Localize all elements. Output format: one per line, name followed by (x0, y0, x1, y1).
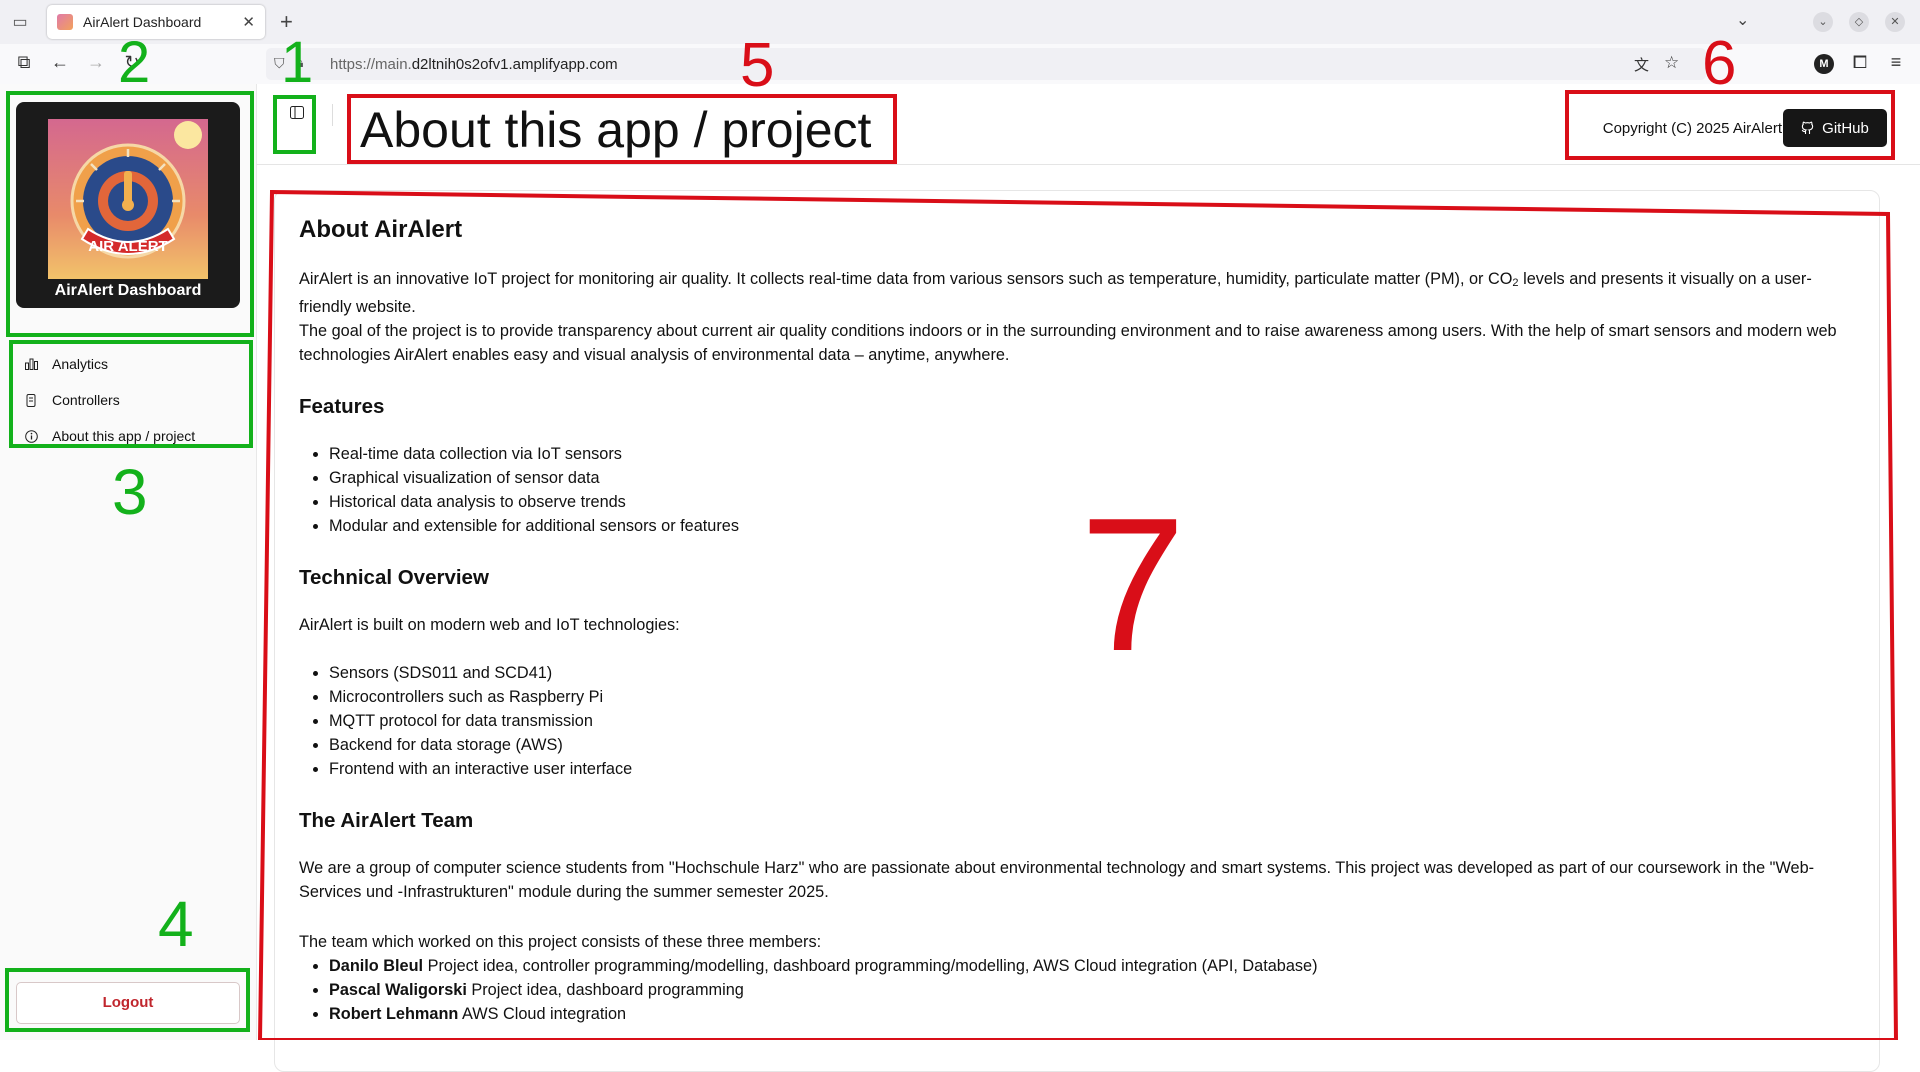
list-item: MQTT protocol for data transmission (329, 709, 1864, 733)
list-item: Frontend with an interactive user interf… (329, 757, 1864, 781)
brand-title: AirAlert Dashboard (54, 282, 202, 299)
team-member: Danilo Bleul Project idea, controller pr… (329, 954, 1864, 978)
sidebar-item-label: Analytics (52, 356, 109, 372)
logout-button[interactable]: Logout (16, 982, 240, 1024)
team-heading: The AirAlert Team (299, 809, 474, 832)
team-intro: We are a group of computer science stude… (299, 859, 1815, 901)
shield-icon[interactable]: ⛉ (274, 55, 285, 72)
account-avatar[interactable]: M (1814, 54, 1834, 74)
github-button[interactable]: GitHub (1783, 109, 1887, 147)
browser-tab[interactable]: AirAlert Dashboard ✕ (47, 5, 265, 39)
airalert-logo: AIR ALERT (48, 119, 208, 279)
list-item: Microcontrollers such as Raspberry Pi (329, 685, 1864, 709)
close-window-icon[interactable]: ✕ (1885, 12, 1905, 32)
team-member: Pascal Waligorski Project idea, dashboar… (329, 978, 1864, 1002)
sidebar-tabs-icon[interactable]: ⧉ (12, 52, 36, 73)
tech-intro: AirAlert is built on modern web and IoT … (299, 616, 680, 634)
tab-title: AirAlert Dashboard (83, 14, 202, 30)
page-header: About this app / project Copyright (C) 2… (256, 84, 1920, 165)
sidebar: AIR ALERT AirAlert Dashboard Analytics C… (0, 84, 257, 1040)
new-tab-icon[interactable]: + (280, 9, 293, 35)
browser-nav-bar: ⧉ ← → ↻ ⛉ 🔒︎ https://main.d2ltnih0s2ofv1… (0, 44, 1920, 84)
back-icon[interactable]: ← (48, 52, 72, 73)
browser-tab-bar: ▭ AirAlert Dashboard ✕ + ⌄ ⌄ ◇ ✕ (0, 0, 1920, 44)
team-list: Danilo Bleul Project idea, controller pr… (299, 954, 1864, 1026)
menu-icon[interactable]: ≡ (1884, 52, 1908, 73)
header-divider (332, 104, 333, 126)
copyright-text: Copyright (C) 2025 AirAlert (1602, 120, 1782, 137)
main-panel: About this app / project Copyright (C) 2… (256, 84, 1920, 1072)
bookmark-star-icon[interactable]: ☆ (1664, 53, 1679, 73)
team-member: Robert Lehmann AWS Cloud integration (329, 1002, 1864, 1026)
favicon-icon (57, 14, 73, 30)
app-root: AIR ALERT AirAlert Dashboard Analytics C… (0, 84, 1920, 1072)
about-content: About AirAlert AirAlert is an innovative… (299, 215, 1864, 1026)
forward-icon[interactable]: → (84, 52, 108, 73)
extensions-icon[interactable]: ⧠ (1848, 52, 1872, 73)
lock-icon[interactable]: 🔒︎ (296, 54, 303, 71)
github-icon (1801, 121, 1814, 134)
sidebar-toggle-button[interactable] (282, 100, 312, 130)
logo-text: AIR ALERT (88, 238, 167, 255)
reload-icon[interactable]: ↻ (120, 52, 144, 73)
sidebar-item-controllers[interactable]: Controllers (14, 382, 244, 418)
bar-chart-icon (24, 357, 38, 371)
about-paragraph-1: AirAlert is an innovative IoT project fo… (299, 270, 1812, 316)
sidebar-item-label: Controllers (52, 392, 120, 408)
sidebar-nav: Analytics Controllers About this app / p… (14, 346, 244, 454)
features-list: Real-time data collection via IoT sensor… (299, 442, 1864, 538)
sidebar-item-label: About this app / project (52, 428, 196, 444)
about-heading: About AirAlert (299, 216, 463, 243)
page-title: About this app / project (360, 102, 872, 158)
tab-list-icon[interactable]: ▭ (10, 12, 30, 31)
panel-left-icon (290, 106, 304, 119)
address-bar[interactable]: ⛉ 🔒︎ https://main.d2ltnih0s2ofv1.amplify… (266, 48, 1706, 80)
list-item: Modular and extensible for additional se… (329, 514, 1864, 538)
url-text[interactable]: https://main.d2ltnih0s2ofv1.amplifyapp.c… (330, 56, 618, 73)
list-item: Sensors (SDS011 and SCD41) (329, 661, 1864, 685)
list-item: Graphical visualization of sensor data (329, 466, 1864, 490)
github-label: GitHub (1822, 119, 1869, 137)
translate-icon[interactable]: 文 (1634, 54, 1649, 75)
features-heading: Features (299, 395, 385, 418)
info-icon (24, 429, 38, 443)
maximize-icon[interactable]: ◇ (1849, 12, 1869, 32)
about-paragraph-2: The goal of the project is to provide tr… (299, 322, 1837, 364)
list-item: Real-time data collection via IoT sensor… (329, 442, 1864, 466)
close-tab-icon[interactable]: ✕ (242, 13, 255, 31)
minimize-icon[interactable]: ⌄ (1813, 12, 1833, 32)
tab-overflow-chevron-icon[interactable]: ⌄ (1736, 10, 1749, 30)
list-item: Backend for data storage (AWS) (329, 733, 1864, 757)
tech-heading: Technical Overview (299, 566, 489, 589)
brand-card[interactable]: AIR ALERT AirAlert Dashboard (16, 102, 240, 308)
about-content-card: About AirAlert AirAlert is an innovative… (274, 190, 1880, 1072)
sidebar-item-about[interactable]: About this app / project (14, 418, 244, 454)
sidebar-item-analytics[interactable]: Analytics (14, 346, 244, 382)
team-members-intro: The team which worked on this project co… (299, 933, 822, 951)
tech-list: Sensors (SDS011 and SCD41) Microcontroll… (299, 661, 1864, 781)
device-icon (24, 393, 38, 407)
list-item: Historical data analysis to observe tren… (329, 490, 1864, 514)
